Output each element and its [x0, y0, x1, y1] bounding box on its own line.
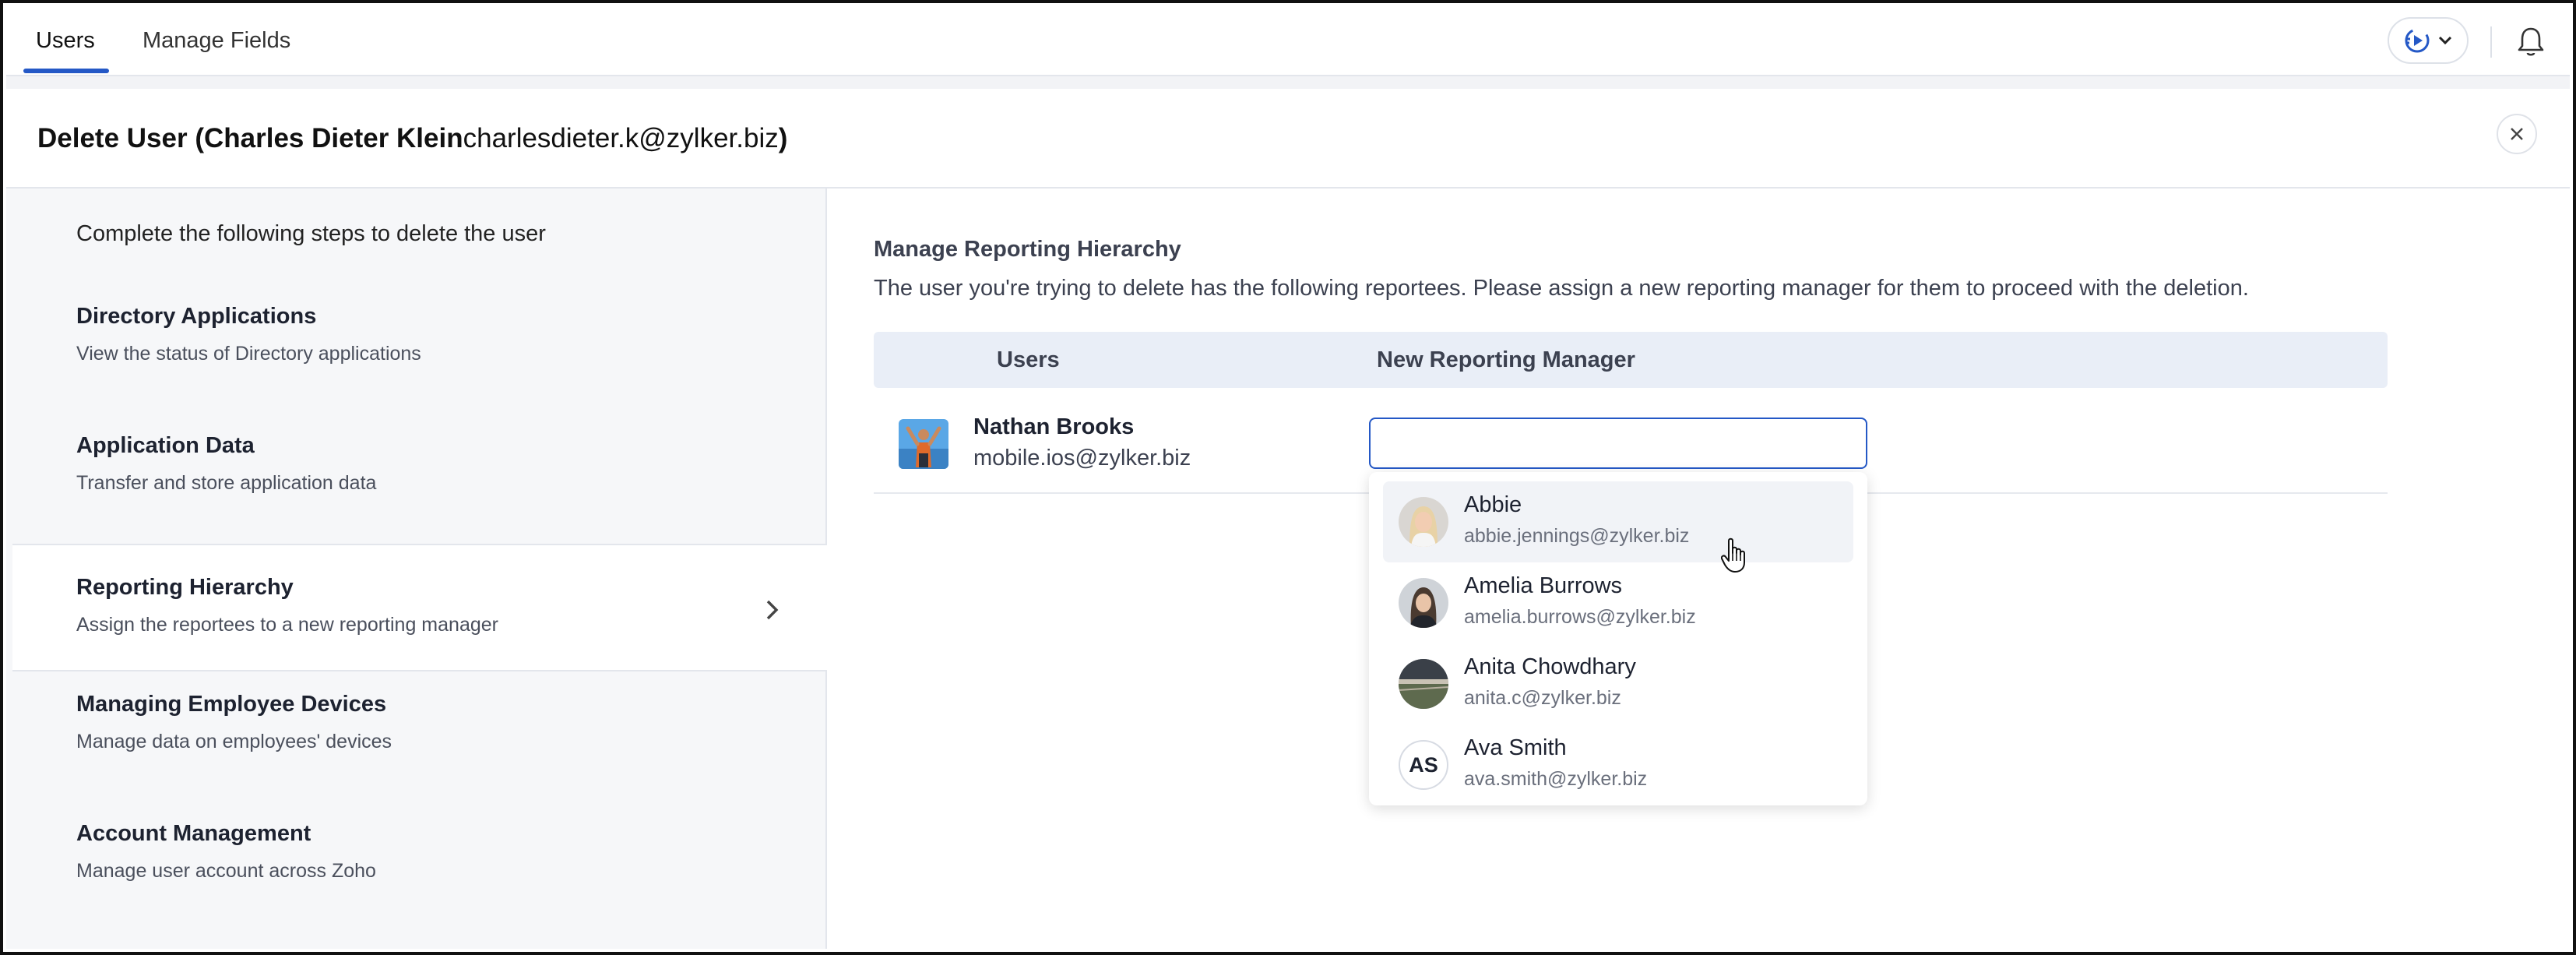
reportee-email: mobile.ios@zylker.biz	[973, 446, 1191, 470]
option-email: amelia.burrows@zylker.biz	[1464, 606, 1696, 628]
title-prefix: Delete User (	[37, 123, 204, 153]
header-divider	[2490, 26, 2492, 58]
bell-icon[interactable]	[2514, 25, 2548, 59]
manager-dropdown: Abbie abbie.jennings@zylker.biz Amelia B…	[1369, 472, 1867, 805]
chevron-right-icon	[766, 600, 779, 620]
step-title: Directory Applications	[76, 304, 317, 329]
step-application-data[interactable]: Application Data Transfer and store appl…	[12, 402, 827, 530]
option-name: Anita Chowdhary	[1464, 654, 1636, 679]
title-suffix: )	[778, 123, 788, 153]
step-title: Application Data	[76, 433, 255, 458]
step-description: View the status of Directory application…	[76, 343, 421, 365]
step-description: Manage user account across Zoho	[76, 860, 376, 882]
step-directory-applications[interactable]: Directory Applications View the status o…	[12, 273, 827, 400]
reportee-name: Nathan Brooks	[973, 414, 1135, 439]
app-frame: Users Manage Fields Delete User ( Charle…	[0, 0, 2576, 955]
deleted-user-name: Charles Dieter Klein	[203, 123, 463, 153]
assist-dropdown-button[interactable]	[2388, 17, 2469, 64]
assist-play-icon	[2405, 28, 2430, 53]
deleted-user-email: charlesdieter.k@zylker.biz	[463, 123, 779, 153]
step-reporting-hierarchy[interactable]: Reporting Hierarchy Assign the reportees…	[12, 544, 827, 671]
tab-manage-fields[interactable]: Manage Fields	[143, 6, 290, 75]
steps-panel: Complete the following steps to delete t…	[6, 189, 827, 949]
column-header-new-manager: New Reporting Manager	[1377, 347, 1635, 372]
active-tab-indicator	[23, 69, 109, 73]
step-title: Managing Employee Devices	[76, 692, 387, 717]
option-name: Ava Smith	[1464, 735, 1567, 760]
option-name: Amelia Burrows	[1464, 573, 1623, 598]
top-bar: Users Manage Fields	[6, 6, 2570, 76]
option-name: Abbie	[1464, 492, 1522, 517]
reporting-manager-input[interactable]	[1369, 418, 1867, 469]
chevron-down-icon	[2438, 36, 2452, 45]
step-description: Assign the reportees to a new reporting …	[76, 614, 498, 636]
step-description: Transfer and store application data	[76, 472, 377, 494]
option-email: anita.c@zylker.biz	[1464, 687, 1621, 709]
table-header: Users New Reporting Manager	[874, 332, 2388, 388]
hand-cursor-icon	[1721, 537, 1745, 573]
avatar	[1399, 578, 1448, 628]
option-email: abbie.jennings@zylker.biz	[1464, 525, 1690, 547]
option-email: ava.smith@zylker.biz	[1464, 768, 1648, 790]
step-account-management[interactable]: Account Management Manage user account a…	[12, 790, 827, 918]
column-header-users: Users	[997, 347, 1060, 372]
close-button[interactable]	[2497, 114, 2537, 154]
steps-intro: Complete the following steps to delete t…	[76, 221, 546, 246]
step-title: Account Management	[76, 821, 311, 846]
header-band	[6, 76, 2570, 89]
section-title: Manage Reporting Hierarchy	[874, 237, 1181, 262]
dialog-header: Delete User ( Charles Dieter Klein charl…	[6, 89, 2570, 189]
avatar	[1399, 497, 1448, 547]
tab-users[interactable]: Users	[36, 6, 95, 75]
dropdown-option[interactable]: Abbie abbie.jennings@zylker.biz	[1383, 481, 1853, 562]
section-description: The user you're trying to delete has the…	[874, 276, 2249, 301]
dropdown-option[interactable]: AS Ava Smith ava.smith@zylker.biz	[1383, 724, 1853, 805]
step-description: Manage data on employees' devices	[76, 731, 392, 752]
step-managing-employee-devices[interactable]: Managing Employee Devices Manage data on…	[12, 661, 827, 788]
dropdown-option[interactable]: Amelia Burrows amelia.burrows@zylker.biz	[1383, 562, 1853, 643]
avatar	[899, 419, 948, 469]
dialog-title: Delete User ( Charles Dieter Klein charl…	[37, 89, 787, 189]
step-title: Reporting Hierarchy	[76, 575, 294, 600]
avatar	[1399, 659, 1448, 709]
close-icon	[2511, 128, 2523, 140]
dropdown-option[interactable]: Anita Chowdhary anita.c@zylker.biz	[1383, 643, 1853, 724]
avatar: AS	[1399, 740, 1448, 790]
